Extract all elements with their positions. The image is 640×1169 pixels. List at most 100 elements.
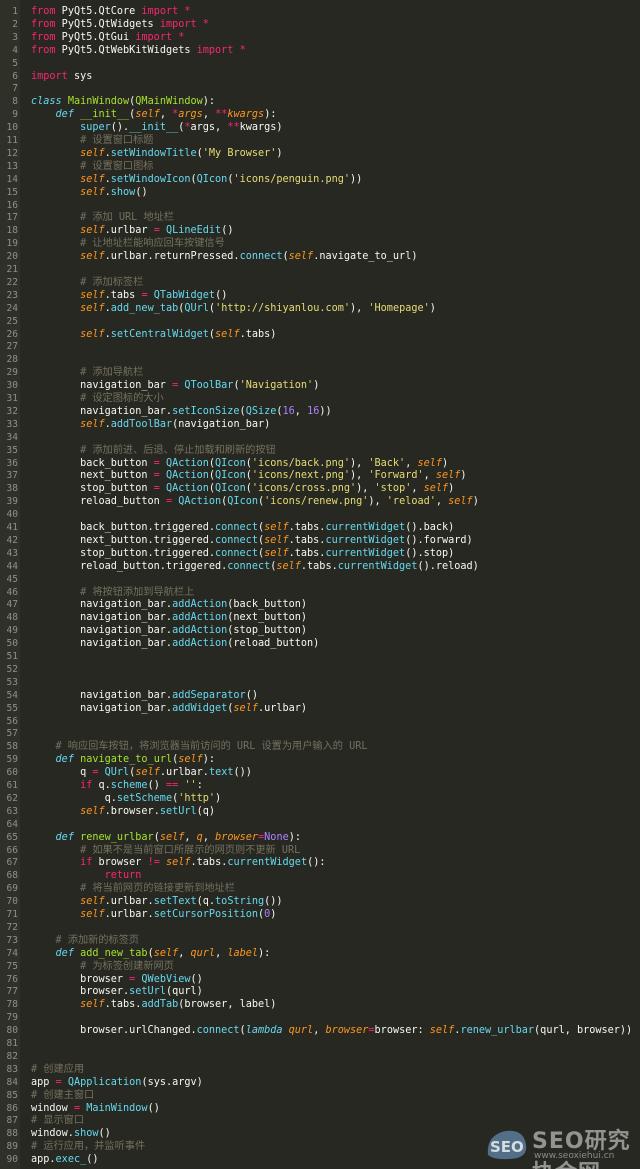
code-token: navigation_bar.	[31, 599, 173, 611]
line-code: self.urlbar.setCursorPosition(0)	[31, 908, 276, 921]
code-token: q.	[31, 792, 117, 804]
code-token: 'icons/cross.png'	[251, 483, 357, 495]
code-token: ,	[159, 109, 173, 121]
code-token: browser.urlChanged.	[31, 1025, 197, 1037]
line-code: # 添加标签栏	[31, 276, 143, 289]
code-token: scheme	[110, 780, 148, 791]
line-number: 65	[6, 831, 18, 843]
code-token: !=	[147, 857, 160, 869]
code-token: self	[135, 109, 160, 121]
code-token: setCentralWidget	[110, 328, 209, 340]
line-number: 23	[6, 289, 18, 301]
code-token: connect	[196, 1025, 240, 1037]
line-number: 43	[6, 547, 18, 559]
code-token: self	[417, 457, 443, 469]
code-token: ,	[202, 831, 216, 843]
code-token: MainWindow	[86, 1102, 148, 1114]
line-number: 88	[6, 1128, 18, 1140]
line-number: 49	[6, 625, 18, 637]
line-number: 51	[6, 651, 18, 662]
code-token: ):	[264, 109, 277, 121]
code-token: 'http'	[178, 792, 216, 804]
code-token: self	[264, 522, 289, 533]
code-token: browser.	[31, 986, 130, 998]
code-token: currentWidget	[227, 857, 308, 869]
watermark-site: www.seoxiehui.cn	[534, 1151, 615, 1161]
code-token: self	[448, 496, 473, 508]
code-token: self	[80, 418, 105, 430]
line-number: 45	[6, 573, 18, 585]
code-token: args	[178, 109, 203, 121]
line-number: 81	[6, 1038, 18, 1049]
code-token: # 设置窗口图标	[31, 160, 154, 172]
code-token: app	[31, 1076, 56, 1088]
code-token: import	[141, 6, 179, 17]
line-number: 79	[6, 1012, 18, 1024]
line-code: from PyQt5.QtGui import *	[31, 31, 184, 44]
code-token: currentWidget	[325, 534, 406, 546]
line-number: 47	[6, 599, 18, 611]
code-editor[interactable]: 1 from PyQt5.QtCore import * 2 from PyQt5.Q…	[0, 0, 640, 1169]
code-token: ().back)	[405, 522, 455, 533]
line-code: self.setCentralWidget(self.tabs)	[31, 328, 276, 341]
line-code: return	[31, 869, 142, 882]
code-token: setWindowIcon	[110, 173, 191, 185]
code-token: self	[288, 251, 314, 263]
code-token: QMainWindow	[135, 96, 203, 108]
code-token: from	[31, 6, 56, 17]
line-code: browser = QWebView()	[31, 973, 203, 986]
line-number: 6	[12, 70, 18, 82]
line-code: # 创建主窗口	[31, 1089, 94, 1102]
code-token: .urlbar.	[104, 896, 154, 908]
code-token: self	[165, 857, 191, 869]
code-token: connect	[227, 560, 271, 572]
code-token: self	[264, 534, 289, 546]
code-token: QIcon	[215, 470, 246, 482]
code-token: ().	[110, 122, 130, 134]
code-token: addToolBar	[110, 418, 173, 430]
code-token: navigation_bar	[31, 380, 173, 392]
line-number: 62	[6, 792, 18, 804]
line-number: 26	[6, 328, 18, 340]
code-token: sys	[67, 70, 93, 82]
code-token: (back_button)	[227, 599, 308, 611]
code-token: ()	[245, 689, 258, 701]
code-token: )	[429, 302, 436, 314]
line-number: 7	[12, 83, 18, 95]
line-number: 22	[6, 276, 18, 288]
code-token: ()	[147, 1102, 160, 1114]
seo-logo: SEO	[487, 1130, 527, 1160]
code-token: back_button.triggered.	[31, 522, 216, 533]
code-token: browser	[325, 1025, 369, 1037]
code-token: )	[270, 909, 277, 920]
code-token: self	[215, 328, 240, 340]
line-number: 70	[6, 896, 18, 908]
code-token: # 添加前进、后退、停止加载和刷新的按钮	[31, 444, 276, 456]
code-token: self	[435, 470, 461, 482]
code-token: browser	[31, 973, 130, 985]
code-token: .tabs)	[239, 328, 277, 340]
code-token: self	[80, 186, 105, 198]
line-code: # 设置窗口标题	[31, 134, 153, 147]
line-number: 53	[6, 676, 18, 688]
code-token: def	[55, 831, 74, 843]
code-token: )	[472, 496, 479, 508]
code-token: currentWidget	[325, 522, 406, 533]
line-code: back_button = QAction(QIcon('icons/back.…	[31, 457, 448, 470]
code-token: ,	[435, 496, 449, 508]
line-code: browser.urlChanged.connect(lambda qurl, …	[31, 1024, 632, 1037]
code-token: next_button.triggered.	[31, 534, 216, 546]
code-token: def	[55, 754, 74, 766]
code-token: navigate_to_url	[80, 754, 173, 766]
line-code: def add_new_tab(self, qurl, label):	[31, 947, 271, 960]
line-number: 28	[6, 354, 18, 366]
line-number: 17	[6, 212, 18, 224]
line-code: # 添加导航栏	[31, 366, 143, 379]
code-token: connect	[215, 547, 258, 559]
